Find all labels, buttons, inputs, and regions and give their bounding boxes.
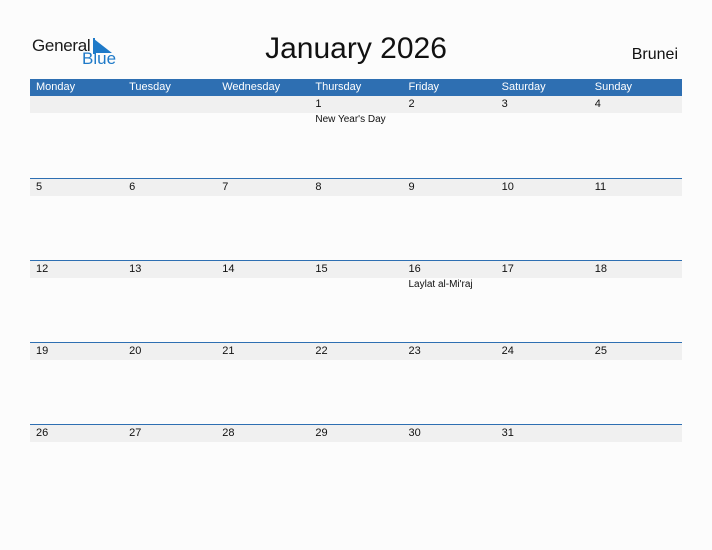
day-cell: 1 New Year's Day	[309, 96, 402, 125]
day-cell: 19	[30, 343, 123, 360]
day-cell: 14	[216, 261, 309, 278]
day-cell: 9	[403, 179, 496, 196]
day-cell: 10	[496, 179, 589, 196]
week-row: 5 6 7 8 9 10 11	[30, 178, 682, 260]
day-cell: 30	[403, 425, 496, 442]
day-number: 8	[315, 181, 322, 193]
weekday-wednesday: Wednesday	[222, 81, 281, 93]
weekday-header: Monday Tuesday Wednesday Thursday Friday Satu…	[30, 79, 682, 96]
day-number: 19	[36, 345, 49, 357]
date-strip: 1 New Year's Day 2 3 4	[30, 96, 682, 125]
day-number: 24	[501, 345, 514, 357]
day-cell: 5	[30, 179, 123, 196]
weekday-tuesday: Tuesday	[129, 81, 171, 93]
day-cell: 2	[403, 96, 496, 113]
day-cell	[589, 425, 682, 442]
day-cell: 11	[589, 179, 682, 196]
calendar-grid: Monday Tuesday Wednesday Thursday Friday Satu…	[30, 79, 682, 506]
day-cell: 31	[496, 425, 589, 442]
date-strip: 26 27 28 29 30 31	[30, 425, 682, 442]
day-number: 15	[315, 263, 328, 275]
day-cell: 4	[589, 96, 682, 113]
day-number: 12	[36, 263, 49, 275]
day-number: 18	[594, 263, 607, 275]
day-number: 14	[222, 263, 235, 275]
day-cell	[123, 96, 216, 113]
day-number: 9	[408, 181, 415, 193]
holiday-label: Laylat al-Mi'raj	[408, 279, 473, 290]
weekday-monday: Monday	[36, 81, 76, 93]
day-number: 3	[501, 98, 508, 110]
day-cell: 6	[123, 179, 216, 196]
day-cell: 15	[309, 261, 402, 278]
weekday-sunday: Sunday	[594, 81, 633, 93]
country-label: Brunei	[631, 46, 678, 63]
day-cell: 3	[496, 96, 589, 113]
day-cell: 27	[123, 425, 216, 442]
day-number: 2	[408, 98, 415, 110]
day-cell: 8	[309, 179, 402, 196]
day-number: 13	[129, 263, 142, 275]
day-number: 23	[408, 345, 421, 357]
day-cell: 13	[123, 261, 216, 278]
day-number: 22	[315, 345, 328, 357]
day-cell: 29	[309, 425, 402, 442]
day-number: 26	[36, 427, 49, 439]
page-title: January 2026	[265, 32, 447, 65]
day-number: 16	[408, 263, 421, 275]
day-number: 7	[222, 181, 229, 193]
day-cell: 20	[123, 343, 216, 360]
weekday-thursday: Thursday	[315, 81, 362, 93]
week-row: 26 27 28 29 30 31	[30, 424, 682, 506]
day-number: 25	[594, 345, 607, 357]
day-cell: 21	[216, 343, 309, 360]
day-cell: 26	[30, 425, 123, 442]
day-number: 29	[315, 427, 328, 439]
day-number: 28	[222, 427, 235, 439]
day-cell	[216, 96, 309, 113]
day-cell	[30, 96, 123, 113]
day-cell: 18	[589, 261, 682, 278]
day-number: 20	[129, 345, 142, 357]
holiday-label: New Year's Day	[315, 114, 386, 125]
week-row: 12 13 14 15 16 Laylat al-Mi'raj 17 18	[30, 260, 682, 342]
day-number: 5	[36, 181, 43, 193]
day-cell: 28	[216, 425, 309, 442]
date-strip: 12 13 14 15 16 Laylat al-Mi'raj 17 18	[30, 261, 682, 290]
day-cell: 12	[30, 261, 123, 278]
week-row: 1 New Year's Day 2 3 4	[30, 96, 682, 178]
date-strip: 19 20 21 22 23 24 25	[30, 343, 682, 360]
day-number: 17	[501, 263, 514, 275]
day-cell: 7	[216, 179, 309, 196]
day-cell: 22	[309, 343, 402, 360]
day-number: 4	[594, 98, 601, 110]
day-number: 30	[408, 427, 421, 439]
day-cell: 23	[403, 343, 496, 360]
day-cell: 17	[496, 261, 589, 278]
day-number: 1	[315, 98, 322, 110]
date-strip: 5 6 7 8 9 10 11	[30, 179, 682, 196]
day-number: 11	[594, 181, 607, 193]
day-cell: 25	[589, 343, 682, 360]
day-cell: 16 Laylat al-Mi'raj	[403, 261, 496, 290]
weekday-friday: Friday	[408, 81, 440, 93]
day-number: 21	[222, 345, 235, 357]
day-number: 27	[129, 427, 142, 439]
day-number: 6	[129, 181, 136, 193]
day-number: 31	[501, 427, 514, 439]
week-row: 19 20 21 22 23 24 25	[30, 342, 682, 424]
day-number: 10	[501, 181, 514, 193]
day-cell: 24	[496, 343, 589, 360]
weekday-saturday: Saturday	[501, 81, 546, 93]
